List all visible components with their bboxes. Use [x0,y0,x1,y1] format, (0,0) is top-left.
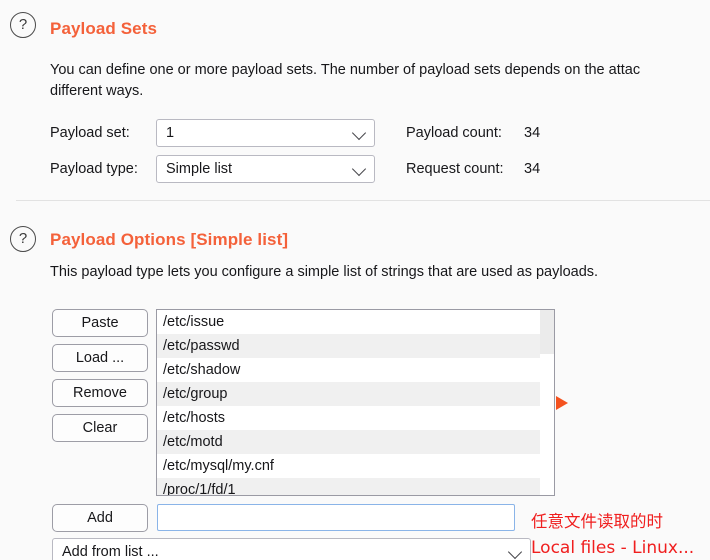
payload-options-description: This payload type lets you configure a s… [50,264,599,280]
remove-button[interactable]: Remove [52,379,148,407]
section-divider [16,200,710,201]
payload-list-item[interactable]: /proc/1/fd/1 [157,478,540,495]
add-payload-input[interactable] [157,504,515,531]
payload-list-item[interactable]: /etc/motd [157,430,540,454]
payload-list-scrollbar-thumb[interactable] [540,310,554,354]
clear-button[interactable]: Clear [52,414,148,442]
add-button[interactable]: Add [52,504,148,532]
payload-set-value: 1 [166,125,175,141]
request-count-label: Request count: [406,161,504,177]
payload-list-item[interactable]: /etc/passwd [157,334,540,358]
question-mark-circle-icon[interactable]: ? [10,12,36,38]
chevron-down-icon [352,125,368,141]
payload-list-item[interactable]: /etc/issue [157,310,540,334]
payload-list[interactable]: /etc/issue/etc/passwd/etc/shadow/etc/gro… [156,309,555,496]
payload-list-item[interactable]: /etc/hosts [157,406,540,430]
load-button-label: Load ... [75,350,125,366]
payload-count-value: 34 [524,125,541,141]
annotation-chinese-note: 任意文件读取的时 [531,512,663,531]
right-triangle-marker-icon [556,396,568,410]
payload-list-item[interactable]: /etc/mysql/my.cnf [157,454,540,478]
request-count-value: 34 [524,161,541,177]
paste-button[interactable]: Paste [52,309,148,337]
payload-type-label: Payload type: [50,161,138,177]
payload-list-rows: /etc/issue/etc/passwd/etc/shadow/etc/gro… [157,310,540,495]
payload-list-scrollbar[interactable] [540,310,554,495]
add-button-label: Add [87,510,113,526]
payload-options-title: Payload Options [Simple list] [50,230,289,249]
remove-button-label: Remove [73,385,127,401]
payload-list-item[interactable]: /etc/shadow [157,358,540,382]
question-mark-circle-icon[interactable]: ? [10,226,36,252]
payload-type-value: Simple list [166,161,233,177]
load-button[interactable]: Load ... [52,344,148,372]
payload-count-label: Payload count: [406,125,502,141]
payload-list-item[interactable]: /etc/group [157,382,540,406]
annotation-english-note: Local files - Linux... [531,538,695,558]
chevron-down-icon [352,161,368,177]
clear-button-label: Clear [82,420,118,436]
chevron-down-icon [508,544,524,560]
payload-sets-description-line-1: You can define one or more payload sets.… [50,62,641,78]
payload-type-dropdown[interactable]: Simple list [156,155,375,183]
payload-set-label: Payload set: [50,125,130,141]
payload-sets-description-line-2: different ways. [50,83,144,99]
paste-button-label: Paste [81,315,119,331]
payload-set-dropdown[interactable]: 1 [156,119,375,147]
payload-sets-title: Payload Sets [50,19,158,38]
add-from-list-label: Add from list ... [62,544,159,560]
add-from-list-dropdown[interactable]: Add from list ... [52,538,531,560]
